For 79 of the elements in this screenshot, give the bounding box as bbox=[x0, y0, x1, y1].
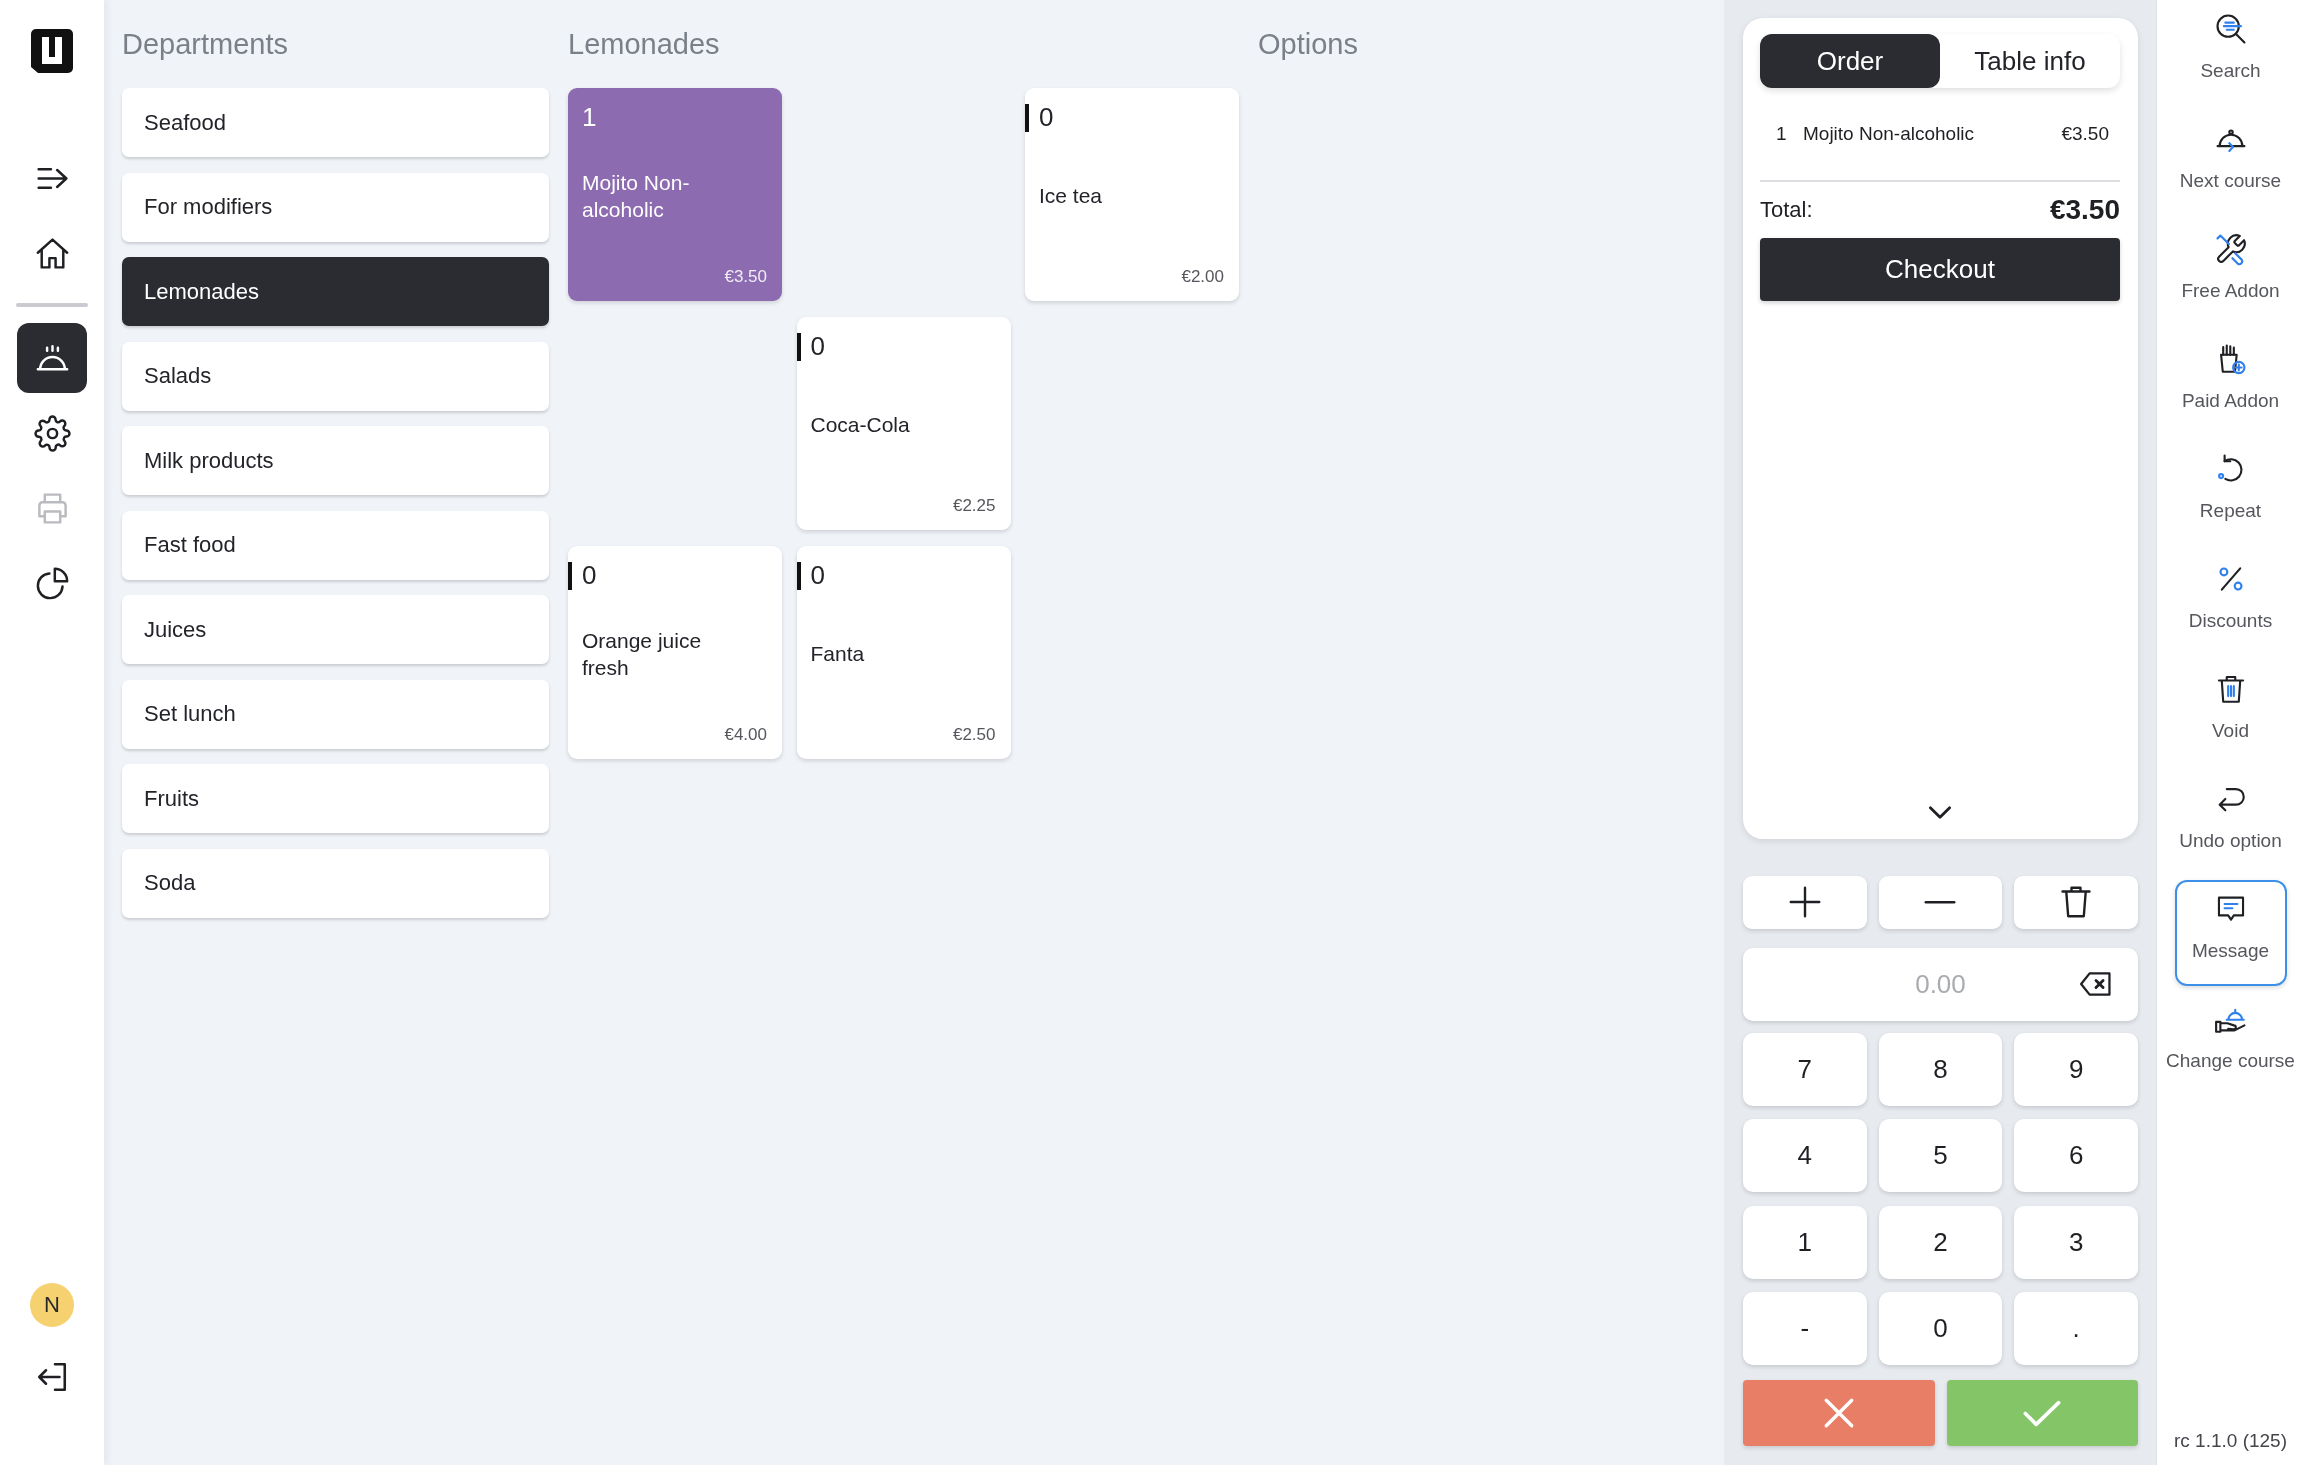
section-heading: Lemonades bbox=[568, 27, 721, 62]
product-price: €3.50 bbox=[724, 267, 767, 287]
product-price: €2.00 bbox=[1181, 267, 1224, 287]
product-price: €2.25 bbox=[952, 496, 996, 516]
vertical-bar-icon bbox=[568, 562, 572, 590]
check-icon bbox=[2022, 1399, 2063, 1427]
product-price: €4.00 bbox=[724, 725, 767, 745]
product-card[interactable]: 1 Mojito Non-alcoholic €3.50 bbox=[568, 88, 782, 301]
repeat-button[interactable]: Repeat bbox=[2157, 440, 2304, 546]
settings-icon bbox=[33, 414, 71, 452]
numpad-key[interactable]: 6 bbox=[2014, 1119, 2138, 1192]
tab[interactable]: Order bbox=[1760, 34, 1940, 88]
numpad-key[interactable]: 3 bbox=[2014, 1205, 2138, 1279]
undo-option-button[interactable]: Undo option bbox=[2157, 770, 2304, 876]
department-button[interactable]: Seafood bbox=[122, 88, 549, 157]
product-quantity: 0 bbox=[810, 560, 825, 590]
product-card[interactable]: 0 Orange juice fresh €4.00 bbox=[568, 546, 782, 759]
product-name: Mojito Non-alcoholic bbox=[582, 169, 691, 223]
numpad-key[interactable]: 2 bbox=[1878, 1205, 2003, 1279]
department-button[interactable]: Juices bbox=[122, 595, 549, 664]
total-amount: €3.50 bbox=[2049, 194, 2120, 226]
product-name: Ice tea bbox=[1039, 183, 1103, 209]
product-card[interactable]: 0 Fanta €2.50 bbox=[796, 546, 1011, 759]
search-icon bbox=[2213, 12, 2248, 46]
free-addon-button[interactable]: Free Addon bbox=[2157, 220, 2304, 326]
product-name: Coca-Cola bbox=[810, 412, 910, 438]
product-card[interactable]: 0 Ice tea €2.00 bbox=[1025, 88, 1239, 301]
change-course-button[interactable]: Change course bbox=[2157, 990, 2304, 1096]
numpad-key[interactable]: 5 bbox=[1878, 1119, 2003, 1192]
void-button[interactable]: Void bbox=[2157, 660, 2304, 766]
line-price: €3.50 bbox=[2061, 123, 2109, 145]
total-label: Total: bbox=[1760, 197, 1813, 223]
department-button[interactable]: Fruits bbox=[122, 764, 549, 833]
numpad-key[interactable]: 4 bbox=[1743, 1119, 1867, 1192]
numpad-key[interactable]: 7 bbox=[1743, 1032, 1867, 1106]
product-card[interactable]: 0 Coca-Cola €2.25 bbox=[796, 317, 1011, 530]
section-heading: Options bbox=[1258, 27, 1359, 62]
numpad-key[interactable]: 9 bbox=[2014, 1032, 2138, 1106]
line-quantity: 1 bbox=[1776, 123, 1788, 145]
amount-field[interactable]: 0.00 bbox=[1743, 947, 2138, 1021]
department-button[interactable]: Lemonades bbox=[122, 257, 549, 326]
chevron-down-icon[interactable] bbox=[1927, 804, 1953, 820]
trash-button[interactable] bbox=[2014, 875, 2138, 929]
discounts-button[interactable]: Discounts bbox=[2157, 550, 2304, 656]
wrench-screwdriver-icon bbox=[2213, 232, 2248, 266]
product-quantity: 0 bbox=[810, 331, 825, 361]
product-name: Fanta bbox=[810, 641, 865, 667]
avatar[interactable]: N bbox=[30, 1283, 74, 1327]
version-text: rc 1.1.0 (125) bbox=[2174, 1429, 2287, 1453]
product-quantity: 0 bbox=[1039, 102, 1054, 132]
department-button[interactable]: Milk products bbox=[122, 426, 549, 495]
numpad-key[interactable]: - bbox=[1743, 1292, 1867, 1365]
product-price: €2.50 bbox=[952, 725, 996, 745]
tab[interactable]: Table info bbox=[1940, 34, 2120, 88]
product-quantity: 1 bbox=[582, 102, 597, 132]
checkout-button[interactable]: Checkout bbox=[1760, 238, 2120, 301]
numpad-key[interactable]: . bbox=[2014, 1292, 2138, 1365]
vertical-bar-icon bbox=[796, 562, 801, 590]
backspace-icon[interactable] bbox=[2079, 971, 2113, 997]
paid-addon-button[interactable]: Paid Addon bbox=[2157, 330, 2304, 436]
numpad-key[interactable]: 8 bbox=[1878, 1032, 2003, 1106]
next-course-button[interactable]: Next course bbox=[2157, 110, 2304, 216]
message-button[interactable]: Message bbox=[2174, 880, 2287, 986]
department-button[interactable]: Soda bbox=[122, 848, 549, 918]
department-button[interactable]: Set lunch bbox=[122, 679, 549, 749]
product-quantity: 0 bbox=[582, 560, 597, 590]
line-item-name: Mojito Non-alcoholic bbox=[1803, 123, 1976, 145]
department-button[interactable]: Fast food bbox=[122, 510, 549, 580]
department-button[interactable]: Salads bbox=[122, 341, 549, 411]
numpad-key[interactable]: 1 bbox=[1743, 1205, 1867, 1279]
section-heading: Departments bbox=[122, 27, 289, 62]
department-button[interactable]: For modifiers bbox=[122, 172, 549, 242]
logo bbox=[30, 28, 74, 74]
vertical-bar-icon bbox=[1025, 104, 1029, 132]
search-button[interactable]: Search bbox=[2157, 0, 2304, 106]
cloche-button[interactable] bbox=[17, 323, 87, 393]
vertical-bar-icon bbox=[796, 333, 801, 361]
product-name: Orange juice fresh bbox=[582, 627, 703, 681]
numpad-key[interactable]: 0 bbox=[1878, 1292, 2003, 1365]
